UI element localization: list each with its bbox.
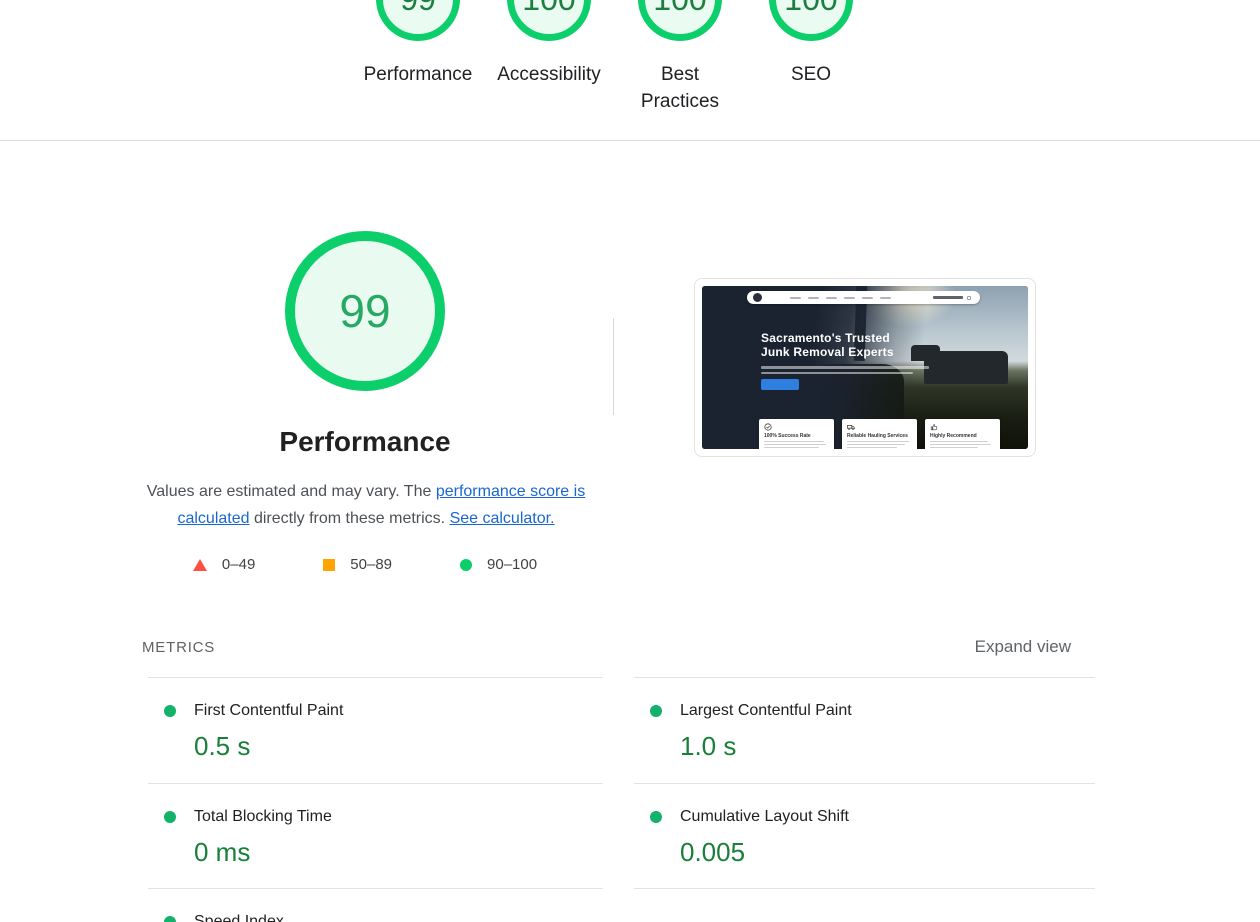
phone-number-button [933, 295, 971, 300]
metric-label: First Contentful Paint [194, 702, 344, 719]
phone-icon [933, 296, 963, 299]
pagespeed-report-page: 99 Performance 100 Accessibility 100 Bes… [0, 0, 1260, 922]
category-scores-header: 99 Performance 100 Accessibility 100 Bes… [0, 0, 1260, 141]
square-icon [323, 558, 336, 571]
metrics-section-label: METRICS [142, 639, 216, 656]
site-navbar [747, 291, 980, 304]
metric-label: Total Blocking Time [194, 808, 332, 825]
nav-menu-items [790, 296, 891, 299]
score-seo[interactable]: 100 SEO [756, 0, 866, 115]
circle-icon [460, 558, 473, 571]
screenshot-image: Sacramento's Trusted Junk Removal Expert… [702, 286, 1028, 449]
performance-gauge-large: 99 [285, 231, 445, 391]
site-tagline-bars [761, 366, 929, 377]
metric-largest-contentful-paint: Largest Contentful Paint 1.0 s [634, 677, 1095, 783]
legend-range: 90–100 [487, 556, 538, 573]
metric-empty-cell [634, 888, 1095, 922]
vertical-divider [613, 318, 614, 415]
performance-description: Values are estimated and may vary. The p… [137, 478, 595, 532]
page-screenshot-thumbnail: Sacramento's Trusted Junk Removal Expert… [694, 278, 1036, 457]
metric-label: Speed Index [194, 913, 284, 922]
metric-cumulative-layout-shift: Cumulative Layout Shift 0.005 [634, 783, 1095, 888]
circle-icon [164, 705, 176, 717]
score-legend: 0–49 50–89 90–100 [135, 556, 595, 573]
metric-value: 0.5 s [194, 731, 251, 761]
site-headline: Sacramento's Trusted Junk Removal Expert… [761, 331, 894, 359]
truck-icon [847, 423, 855, 431]
circle-icon [650, 705, 662, 717]
triangle-icon [192, 558, 207, 571]
metric-value: 0 ms [194, 837, 251, 867]
feature-card-title: Highly Recommend [930, 433, 977, 439]
metrics-grid: First Contentful Paint 0.5 s Largest Con… [148, 677, 1095, 922]
feature-card-title: Reliable Hauling Services [847, 433, 908, 439]
score-value: 100 [522, 0, 575, 18]
menu-toggle-icon [967, 295, 971, 300]
metric-label: Largest Contentful Paint [680, 702, 852, 719]
circle-icon [164, 916, 176, 922]
score-best-practices[interactable]: 100 Best Practices [625, 0, 735, 115]
circle-icon [650, 811, 662, 823]
metric-value: 1.0 s [680, 731, 737, 761]
performance-section-title: Performance [279, 426, 451, 457]
metric-first-contentful-paint: First Contentful Paint 0.5 s [148, 677, 603, 783]
check-circle-icon [764, 423, 772, 431]
metric-speed-index: Speed Index [148, 888, 603, 922]
metric-label: Cumulative Layout Shift [680, 808, 849, 825]
score-value: 100 [784, 0, 837, 18]
feature-card-title: 100% Success Rate [764, 433, 811, 439]
score-value: 99 [400, 0, 436, 18]
category-scores-row: 99 Performance 100 Accessibility 100 Bes… [363, 0, 866, 115]
feature-card: Reliable Hauling Services [842, 419, 917, 449]
feature-card: Highly Recommend [925, 419, 1000, 449]
score-value: 100 [653, 0, 706, 18]
feature-card: 100% Success Rate [759, 419, 834, 449]
cta-button [761, 379, 799, 390]
description-text: Values are estimated and may vary. The [146, 483, 436, 500]
site-logo-icon [753, 293, 762, 302]
performance-score-value: 99 [339, 285, 391, 337]
legend-item-fail: 0–49 [192, 556, 256, 573]
feature-cards-row: 100% Success Rate Reliable Hauling Servi… [759, 419, 1000, 449]
thumbs-up-icon [930, 423, 938, 431]
legend-range: 50–89 [350, 556, 393, 573]
legend-item-pass: 90–100 [460, 556, 537, 573]
metric-total-blocking-time: Total Blocking Time 0 ms [148, 783, 603, 888]
legend-range: 0–49 [221, 556, 256, 573]
score-accessibility[interactable]: 100 Accessibility [494, 0, 604, 115]
circle-icon [164, 811, 176, 823]
score-performance[interactable]: 99 Performance [363, 0, 473, 115]
see-calculator-link[interactable]: See calculator. [450, 510, 555, 527]
expand-view-button[interactable]: Expand view [975, 637, 1071, 657]
legend-item-average: 50–89 [323, 556, 392, 573]
description-text: directly from these metrics. [249, 510, 450, 527]
metric-value: 0.005 [680, 837, 746, 867]
